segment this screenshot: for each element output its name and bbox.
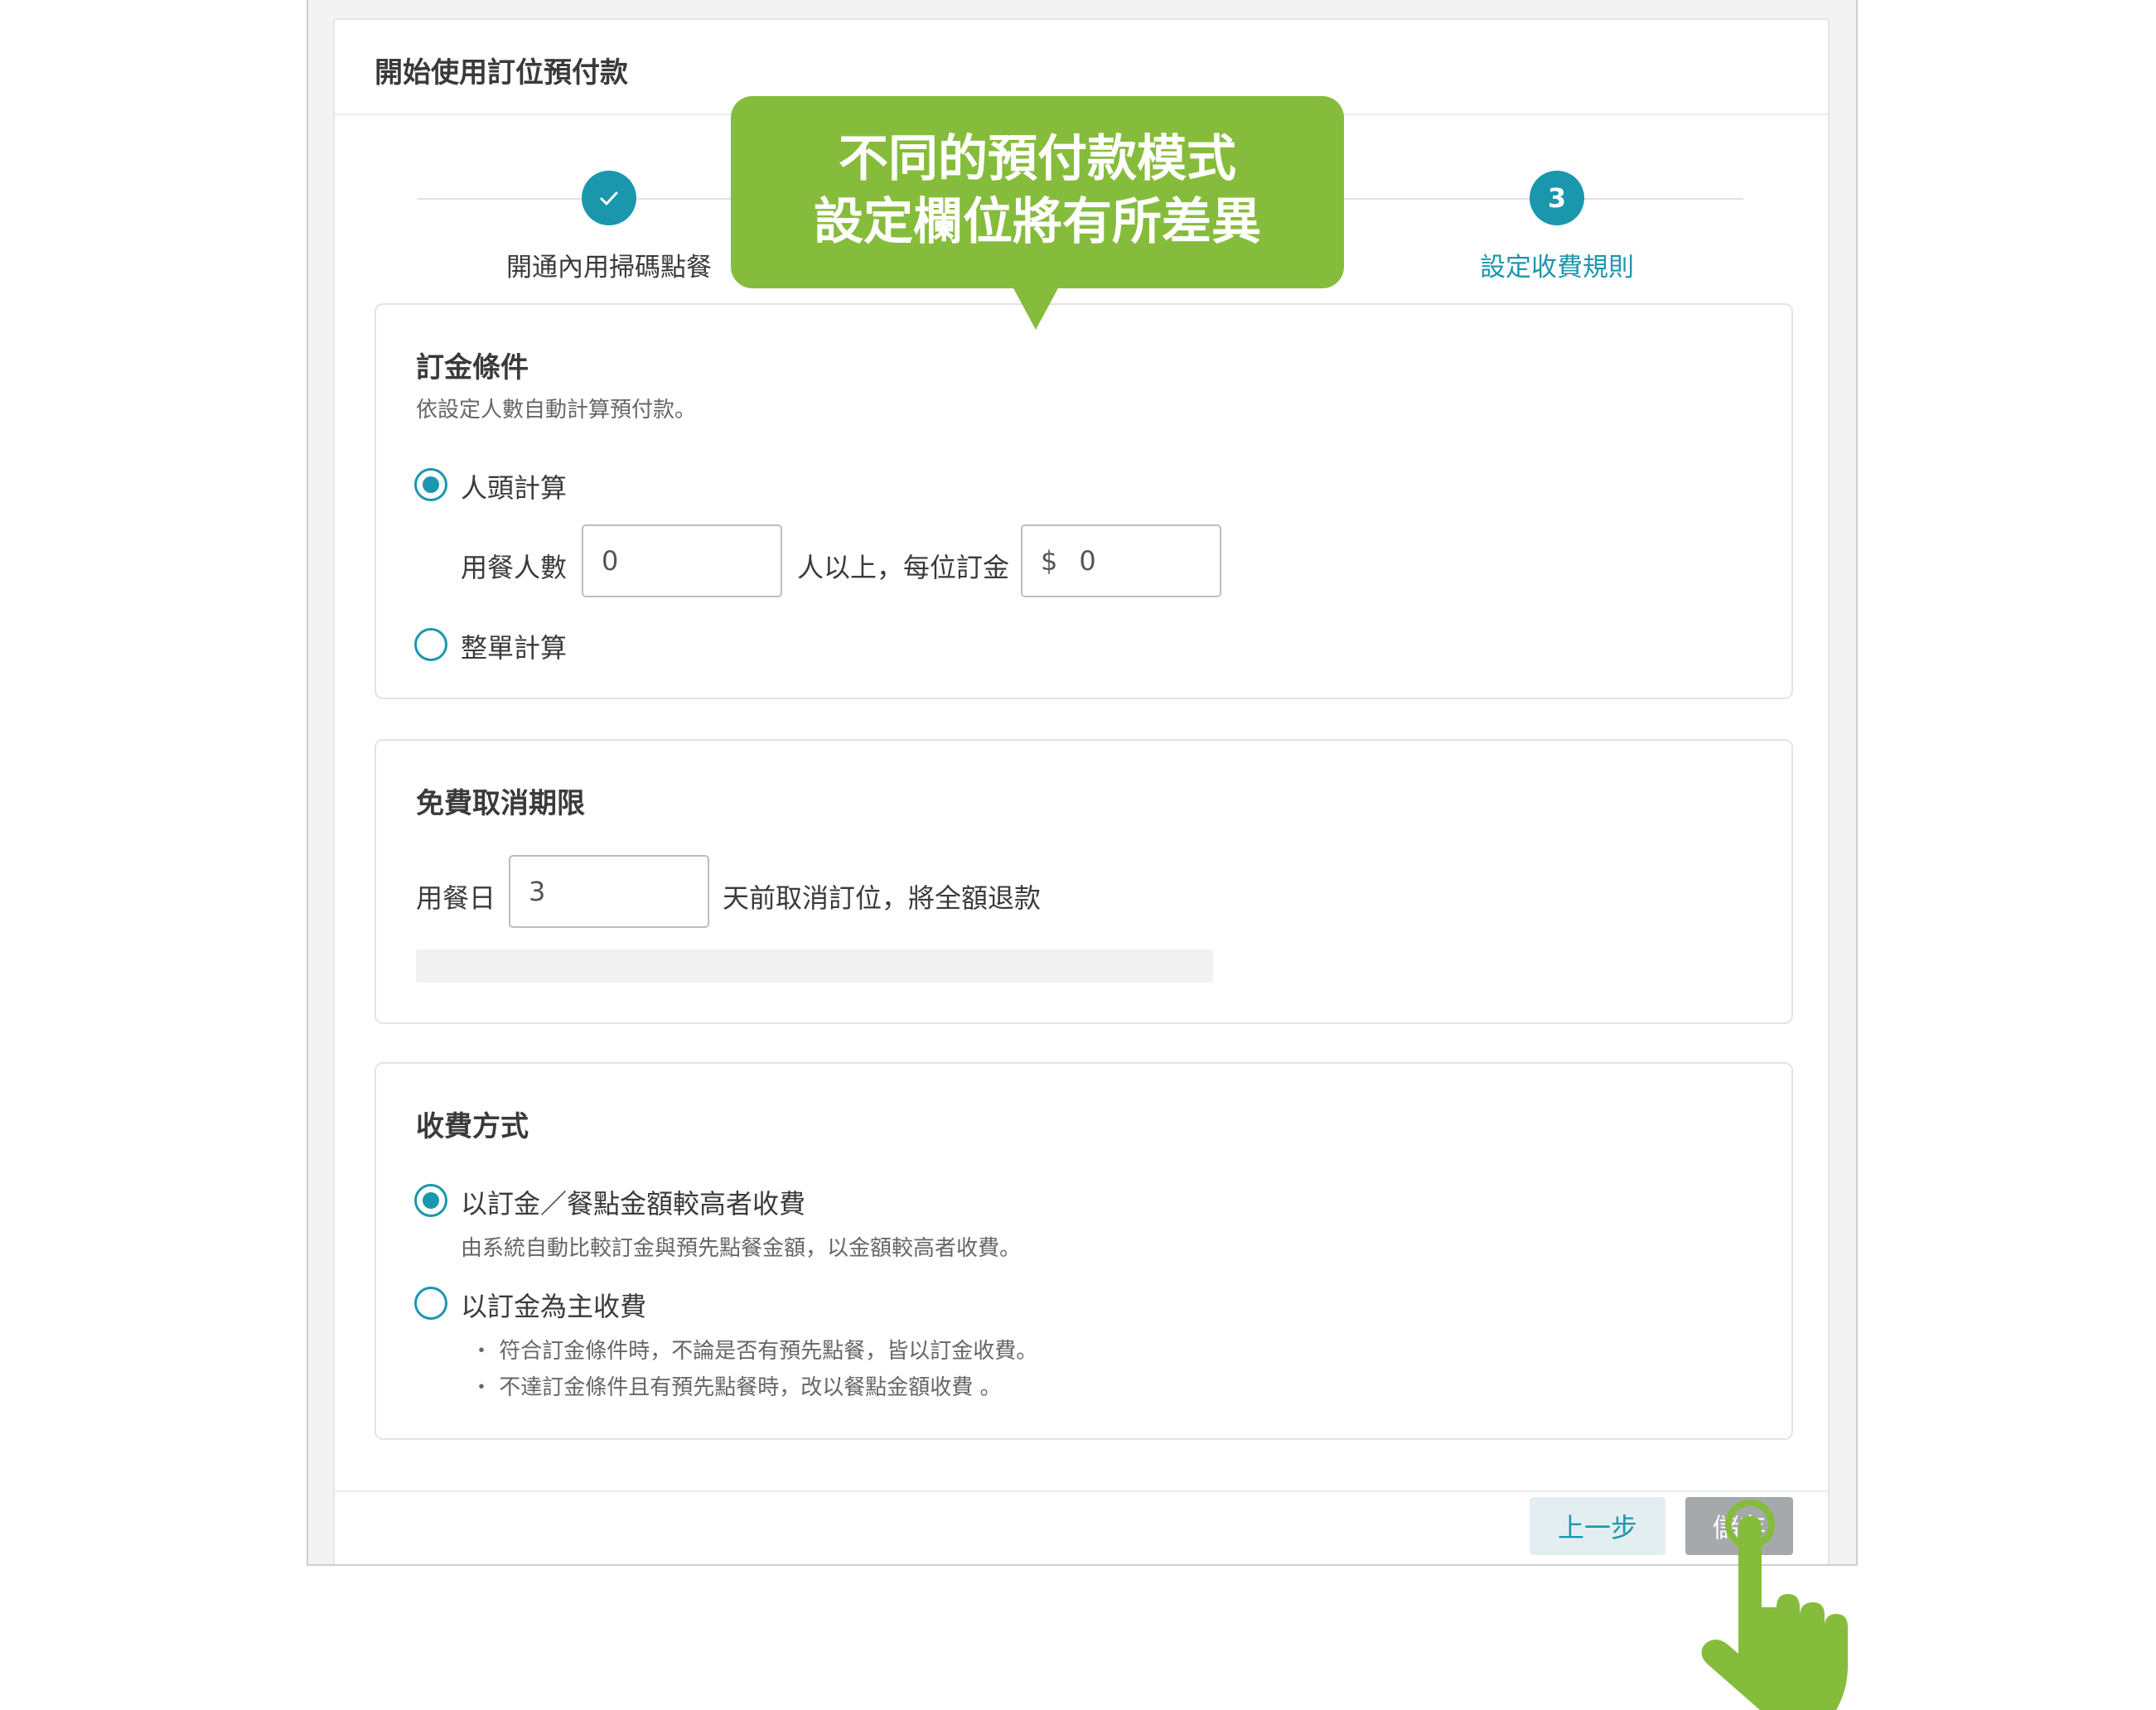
deposit-amount-input[interactable]: $ 0 — [1021, 524, 1221, 597]
step-3-label: 設定收費規則 — [1480, 253, 1634, 283]
deposit-amount-value: 0 — [1079, 545, 1096, 577]
charge-method-card: 收費方式 以訂金／餐點金額較高者收費 由系統自動比較訂金與預先點餐金額，以金額較… — [375, 1062, 1793, 1440]
callout-line-1: 不同的預付款模式 — [839, 130, 1236, 188]
step-3-number: 3 — [1530, 171, 1584, 225]
callout-tail — [1013, 287, 1059, 330]
charge-deposit-note-2: ・ 不達訂金條件且有預先點餐時，改以餐點金額收費 。 — [471, 1375, 1002, 1400]
charge-card-title: 收費方式 — [416, 1110, 529, 1143]
charge-deposit-radio[interactable] — [414, 1287, 447, 1320]
charge-deposit-label: 以訂金為主收費 — [461, 1291, 647, 1322]
whole-order-radio[interactable] — [414, 628, 447, 661]
cancel-info-bar — [416, 949, 1213, 983]
guests-label: 用餐人數 — [461, 552, 568, 583]
guests-value: 0 — [602, 545, 619, 577]
step-1-done — [582, 171, 636, 225]
per-person-radio[interactable] — [414, 468, 447, 501]
per-person-label: 人頭計算 — [461, 472, 568, 504]
currency-prefix: $ — [1041, 545, 1058, 577]
check-icon — [600, 191, 618, 205]
cancel-suffix: 天前取消訂位，將全額退款 — [723, 882, 1042, 914]
cancel-days-value: 3 — [529, 876, 546, 907]
charge-higher-radio[interactable] — [414, 1184, 447, 1217]
cancel-card-title: 免費取消期限 — [416, 787, 585, 820]
guests-input[interactable]: 0 — [582, 524, 782, 597]
cancel-days-input[interactable]: 3 — [509, 855, 709, 928]
step-1-label: 開通內用掃碼點餐 — [506, 253, 712, 283]
charge-deposit-note-1: ・ 符合訂金條件時，不論是否有預先點餐，皆以訂金收費。 — [471, 1339, 1038, 1364]
footer-divider — [335, 1490, 1828, 1492]
deposit-card-title: 訂金條件 — [416, 351, 529, 384]
callout-line-2: 設定欄位將有所差異 — [814, 193, 1261, 251]
pointing-hand-icon — [1701, 1500, 1848, 1710]
charge-higher-note: 由系統自動比較訂金與預先點餐金額，以金額較高者收費。 — [461, 1236, 1022, 1261]
cancel-prefix: 用餐日 — [416, 882, 496, 914]
deposit-card-desc: 依設定人數自動計算預付款。 — [416, 398, 697, 423]
charge-higher-label: 以訂金／餐點金額較高者收費 — [461, 1188, 806, 1220]
whole-order-label: 整單計算 — [461, 632, 568, 664]
callout-bubble: 不同的預付款模式 設定欄位將有所差異 — [731, 96, 1344, 288]
prev-step-button[interactable]: 上一步 — [1530, 1497, 1665, 1555]
dialog-title: 開始使用訂位預付款 — [375, 56, 628, 89]
free-cancel-card: 免費取消期限 用餐日 3 天前取消訂位，將全額退款 — [375, 739, 1793, 1024]
per-person-mid-text: 人以上，每位訂金 — [797, 552, 1010, 583]
deposit-conditions-card: 訂金條件 依設定人數自動計算預付款。 人頭計算 用餐人數 0 人以上，每位訂金 … — [375, 303, 1793, 699]
